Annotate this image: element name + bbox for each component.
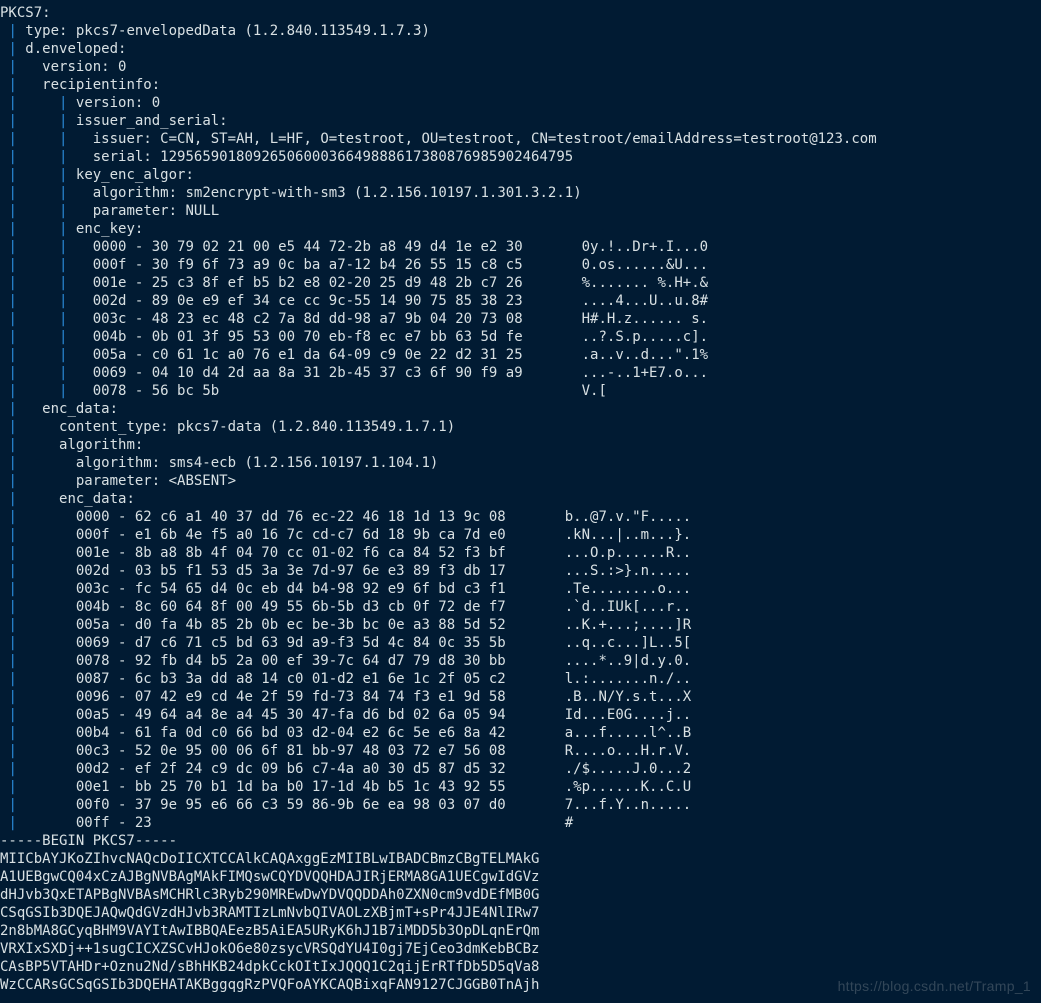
terminal-output: PKCS7: | type: pkcs7-envelopedData (1.2.…	[0, 0, 1041, 1000]
